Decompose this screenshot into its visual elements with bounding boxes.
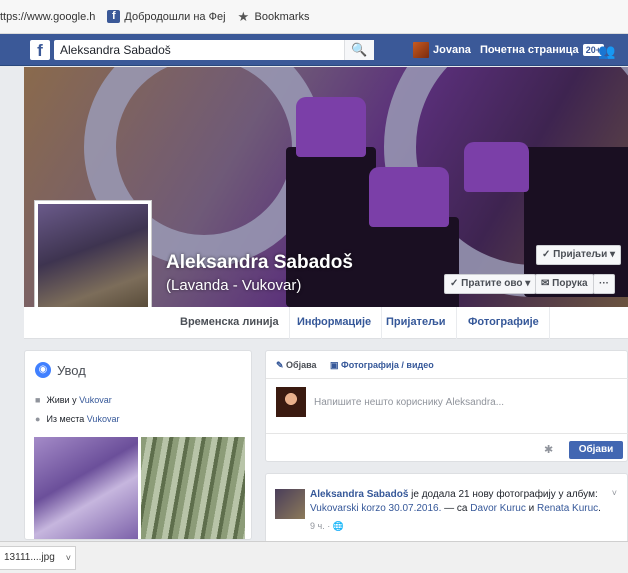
- divider: [266, 378, 628, 379]
- friends-button[interactable]: ✓ Пријатељи ▾: [536, 245, 622, 265]
- avatar[interactable]: [413, 42, 429, 58]
- pencil-icon: ✎: [276, 360, 287, 370]
- profile-alternate-name: (Lavanda - Vukovar): [166, 277, 302, 294]
- photo-video-label: Фотографија / видео: [341, 360, 434, 370]
- from-row: ● Из места Vukovar: [35, 414, 119, 424]
- tab-friends[interactable]: Пријатељи: [376, 307, 457, 339]
- post-with-text: — са: [441, 503, 471, 514]
- nav-profile-name[interactable]: Jovana: [433, 44, 471, 56]
- post-headline: Aleksandra Sabadoš је додала 21 нову фот…: [310, 488, 610, 516]
- album-link[interactable]: Vukovarski korzo 30.07.2016.: [310, 503, 441, 514]
- facebook-logo-icon[interactable]: f: [30, 40, 50, 60]
- friend-requests-icon[interactable]: 👥: [598, 43, 615, 60]
- avatar: [276, 387, 306, 417]
- more-options-button[interactable]: ···: [593, 274, 615, 294]
- tagged-friend-link[interactable]: Davor Kuruc: [470, 503, 526, 514]
- camera-icon: ▣: [330, 360, 342, 370]
- post-end-text: .: [598, 503, 601, 514]
- photo-video-option[interactable]: ▣ Фотографија / видео: [330, 360, 434, 371]
- home-icon: ■: [35, 395, 41, 405]
- status-option[interactable]: ✎ Објава: [276, 360, 317, 371]
- gear-icon[interactable]: ✱: [544, 443, 553, 456]
- bookmark-facebook[interactable]: f Добродошли на Феј: [107, 10, 226, 23]
- star-icon: ★: [237, 9, 250, 24]
- message-button[interactable]: ✉ Порука: [535, 274, 594, 294]
- lives-in-link[interactable]: Vukovar: [79, 395, 112, 405]
- divider: [266, 433, 628, 434]
- from-label: Из места: [46, 414, 87, 424]
- facebook-top-bar: f Aleksandra Sabadoš 🔍 Jovana Почетна ст…: [0, 34, 628, 66]
- post-timestamp[interactable]: 9 ч. ·: [310, 521, 333, 531]
- profile-tabs: Временска линија Информације Пријатељи Ф…: [24, 307, 628, 339]
- download-filename: 13111....jpg: [4, 552, 55, 563]
- facebook-icon: f: [107, 10, 121, 23]
- search-icon[interactable]: 🔍: [344, 40, 374, 60]
- globe-icon[interactable]: 🌐: [333, 521, 344, 531]
- post-author-link[interactable]: Aleksandra Sabadoš: [310, 489, 408, 500]
- globe-icon: ◉: [35, 362, 51, 378]
- tab-about[interactable]: Информације: [287, 307, 383, 339]
- from-link[interactable]: Vukovar: [87, 414, 120, 424]
- chevron-down-icon[interactable]: ˅: [612, 488, 617, 498]
- nav-home-link[interactable]: Почетна страница 20+: [480, 44, 604, 56]
- post-button[interactable]: Објави: [569, 441, 623, 459]
- bottle-cap-shape: [369, 167, 449, 227]
- intro-title: Увод: [57, 363, 86, 378]
- post-meta: 9 ч. · 🌐: [310, 521, 344, 532]
- search-input[interactable]: Aleksandra Sabadoš 🔍: [54, 40, 374, 60]
- bottle-cap-shape: [464, 142, 529, 192]
- bookmark-folder[interactable]: ★ Bookmarks: [238, 10, 310, 23]
- bottle-cap-shape: [296, 97, 366, 157]
- status-label: Објава: [286, 360, 317, 370]
- tagged-friend-link[interactable]: Renata Kuruc: [537, 503, 598, 514]
- composer-input[interactable]: Напишите нешто кориснику Aleksandra...: [314, 397, 504, 408]
- post-and-text: и: [525, 503, 538, 514]
- bookmark-label: Добродошли на Феј: [124, 10, 226, 23]
- bookmark-label: ttps://www.google.h: [0, 10, 96, 23]
- bookmark-google[interactable]: ttps://www.google.h: [0, 11, 95, 23]
- bookmarks-bar: ttps://www.google.h f Добродошли на Феј …: [0, 0, 628, 34]
- avatar[interactable]: [275, 489, 305, 519]
- nav-home-label: Почетна страница: [480, 44, 579, 56]
- follow-button[interactable]: ✓ Пратите ово ▾: [444, 274, 537, 294]
- photo-thumbnail[interactable]: [141, 437, 245, 539]
- post-composer: ✎ Објава ▣ Фотографија / видео Напишите …: [265, 350, 628, 462]
- search-value: Aleksandra Sabadoš: [60, 43, 171, 57]
- feed-post: Aleksandra Sabadoš је додала 21 нову фот…: [265, 473, 628, 543]
- intro-card: ◉ Увод ■ Живи у Vukovar ● Из места Vukovar: [24, 350, 252, 540]
- bookmark-label: Bookmarks: [254, 10, 310, 23]
- tab-photos[interactable]: Фотографије: [458, 307, 550, 339]
- photo-thumbnail[interactable]: [34, 437, 138, 539]
- download-item[interactable]: 13111....jpg ˅: [0, 546, 76, 570]
- download-bar: 13111....jpg ˅: [0, 541, 628, 573]
- profile-picture-image: [38, 204, 148, 321]
- tab-timeline[interactable]: Временска линија: [170, 307, 290, 339]
- post-action-text: је додала 21 нову фотографију у албум:: [408, 489, 598, 500]
- profile-name[interactable]: Aleksandra Sabadoš: [166, 252, 353, 274]
- location-pin-icon: ●: [35, 414, 41, 424]
- chevron-down-icon[interactable]: ˅: [66, 547, 71, 569]
- lives-in-row: ■ Живи у Vukovar: [35, 395, 112, 405]
- lives-label: Живи у: [46, 395, 80, 405]
